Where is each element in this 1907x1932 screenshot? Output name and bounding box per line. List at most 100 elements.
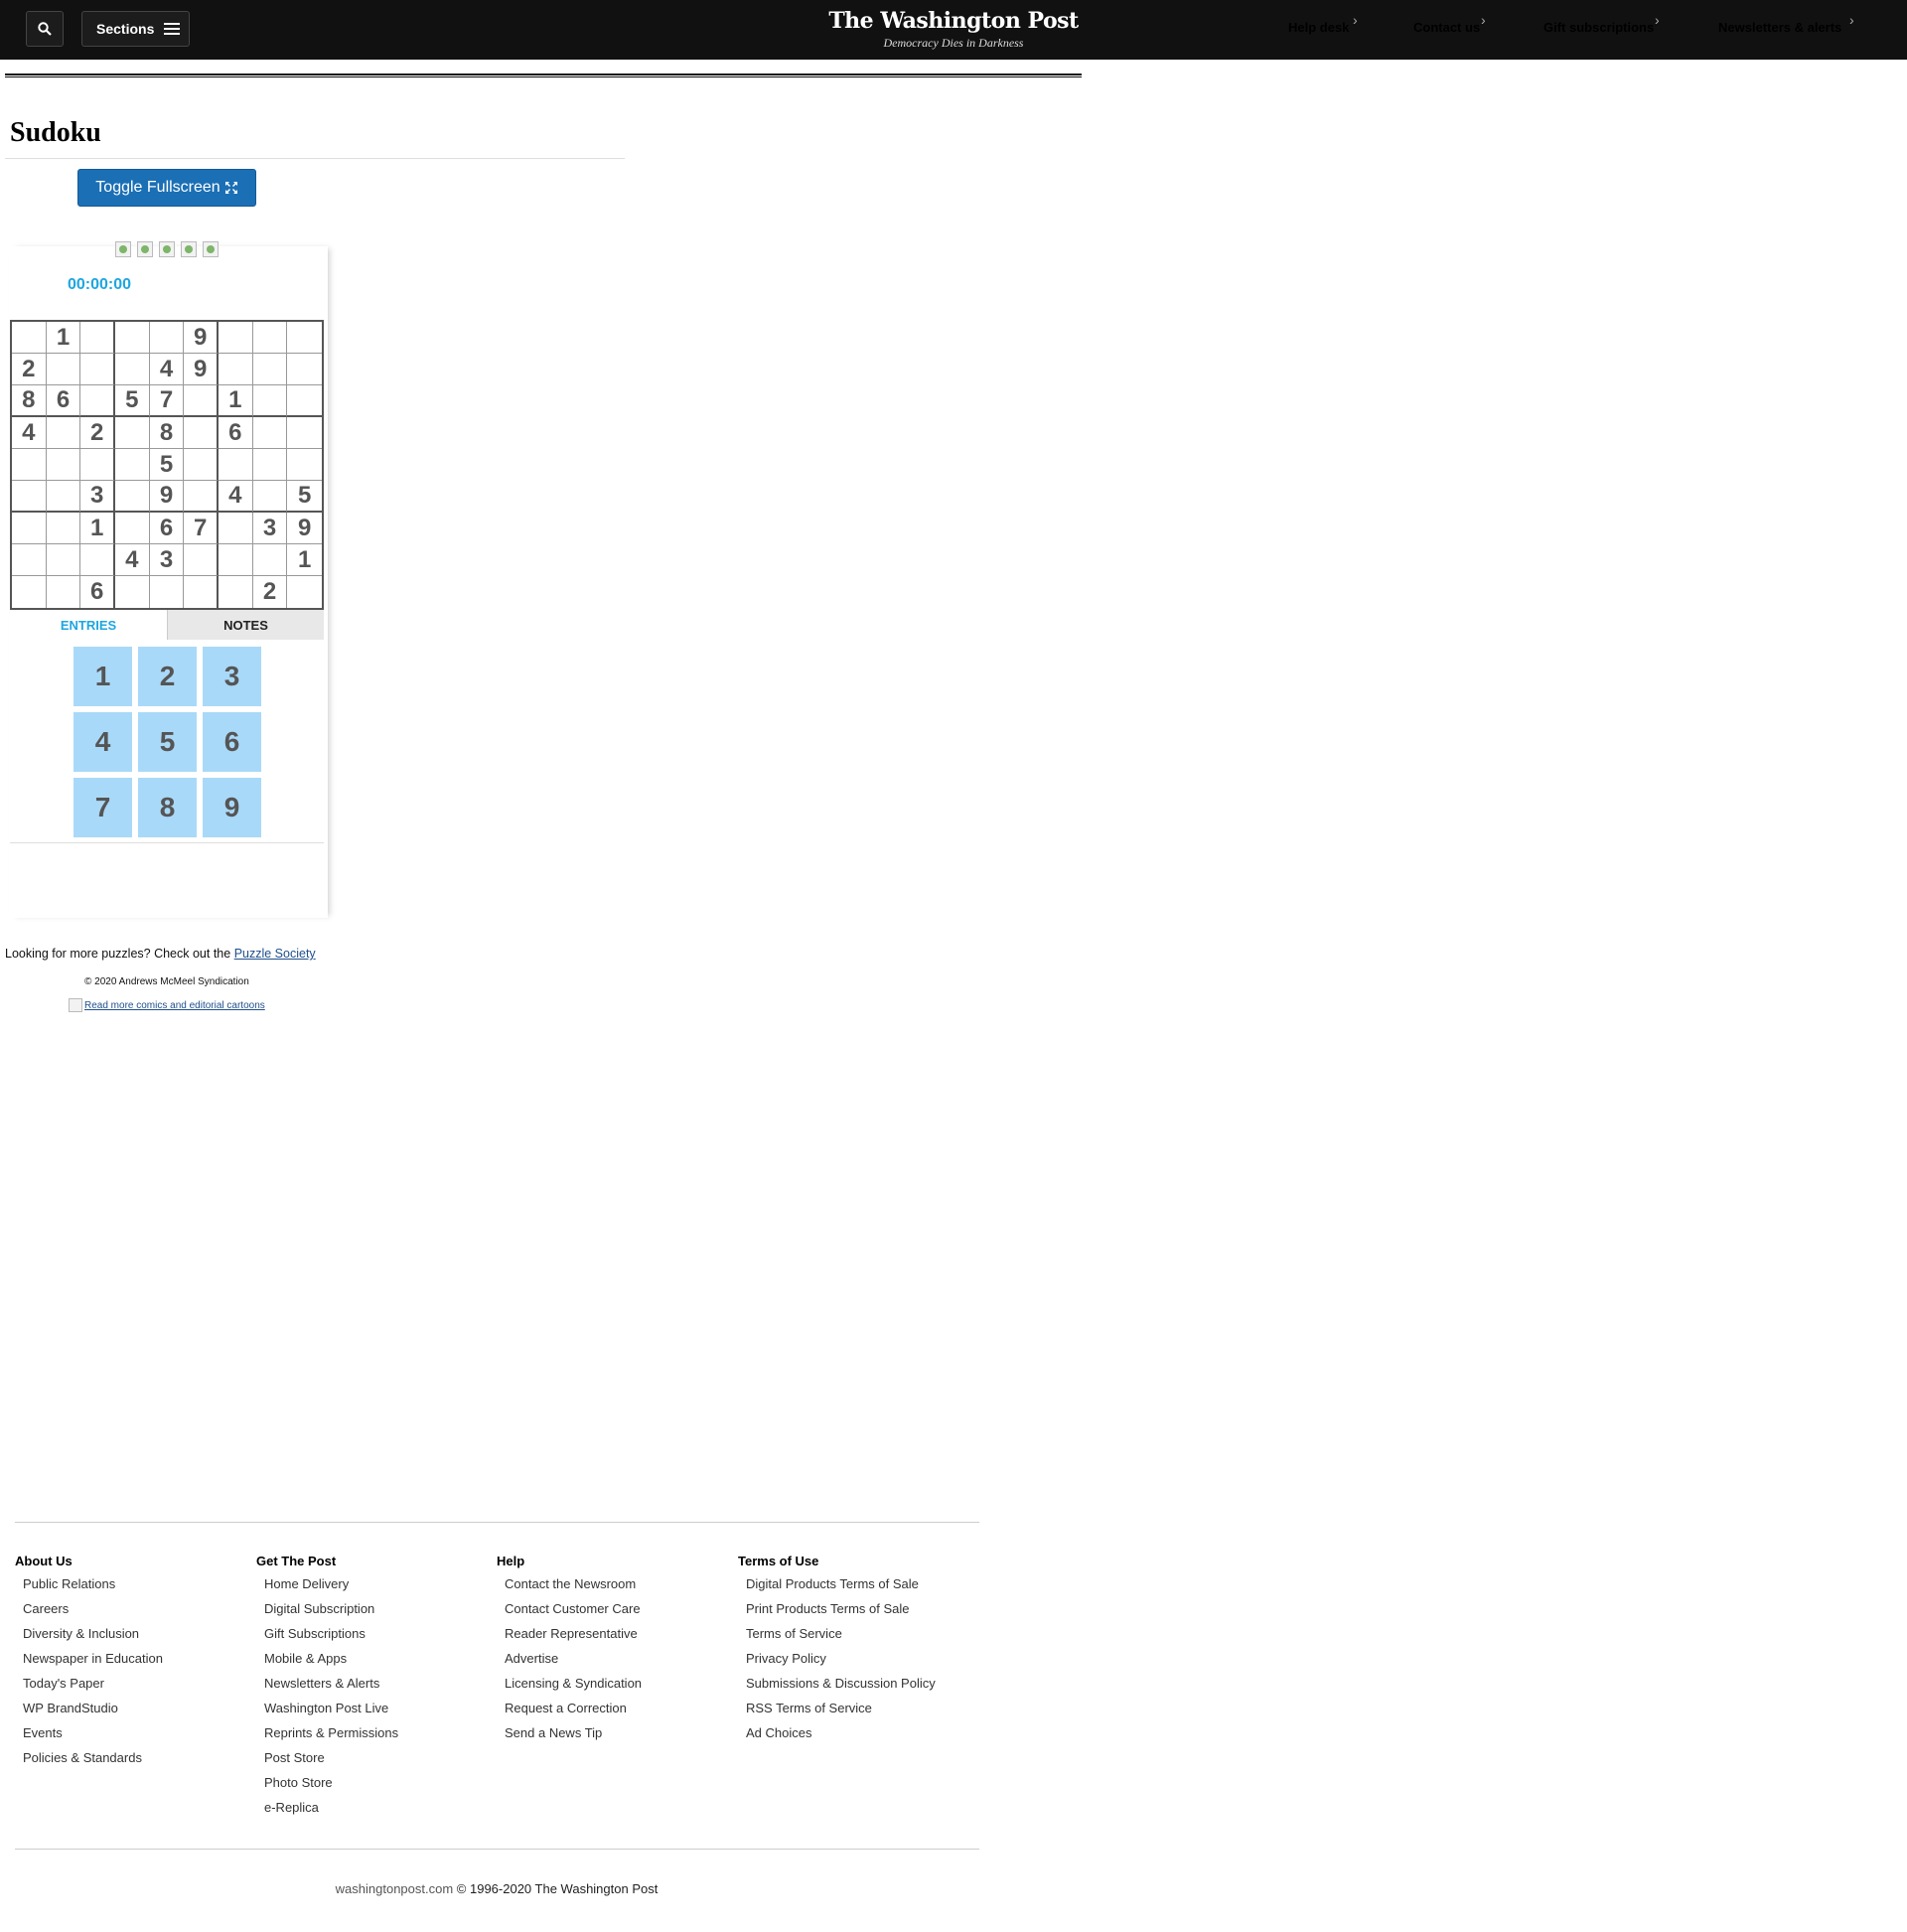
sudoku-cell[interactable] — [80, 322, 115, 354]
sudoku-cell[interactable]: 1 — [287, 544, 322, 576]
newsletters-alerts-link[interactable]: Newsletters & alerts › — [1718, 12, 1854, 35]
footer-link[interactable]: Licensing & Syndication — [505, 1671, 642, 1696]
footer-link[interactable]: Send a News Tip — [505, 1720, 642, 1745]
sudoku-cell[interactable] — [184, 449, 219, 481]
sudoku-cell[interactable] — [252, 449, 288, 481]
sudoku-cell[interactable] — [252, 322, 288, 354]
sudoku-cell[interactable]: 7 — [184, 513, 219, 544]
keypad-key-7[interactable]: 7 — [73, 778, 132, 837]
sudoku-cell[interactable]: 6 — [46, 385, 81, 417]
sudoku-cell[interactable] — [12, 322, 47, 354]
sudoku-cell[interactable] — [115, 417, 150, 449]
sudoku-cell[interactable]: 5 — [287, 481, 322, 513]
contact-us-link[interactable]: Contact us › — [1413, 12, 1486, 35]
sudoku-cell[interactable] — [252, 481, 288, 513]
sudoku-cell[interactable] — [252, 417, 288, 449]
footer-link[interactable]: Reader Representative — [505, 1621, 642, 1646]
footer-link[interactable]: Reprints & Permissions — [264, 1720, 398, 1745]
sudoku-cell[interactable]: 2 — [12, 354, 47, 385]
keypad-key-9[interactable]: 9 — [203, 778, 261, 837]
site-logo[interactable]: The Washington Post Democracy Dies in Da… — [795, 8, 1112, 51]
footer-link[interactable]: Privacy Policy — [746, 1646, 936, 1671]
sudoku-cell[interactable]: 1 — [80, 513, 115, 544]
footer-link[interactable]: Terms of Service — [746, 1621, 936, 1646]
footer-link[interactable]: Request a Correction — [505, 1696, 642, 1720]
sudoku-cell[interactable] — [47, 576, 81, 608]
sudoku-cell[interactable]: 4 — [219, 481, 253, 513]
help-desk-link[interactable]: Help desk › — [1288, 12, 1358, 35]
sudoku-cell[interactable] — [115, 513, 150, 544]
sudoku-cell[interactable]: 9 — [184, 354, 219, 385]
sudoku-cell[interactable] — [80, 449, 115, 481]
sudoku-cell[interactable] — [12, 449, 47, 481]
sudoku-cell[interactable] — [80, 544, 115, 576]
sudoku-cell[interactable] — [184, 417, 219, 449]
sudoku-cell[interactable]: 6 — [219, 417, 253, 449]
footer-link[interactable]: Mobile & Apps — [264, 1646, 398, 1671]
sudoku-cell[interactable] — [12, 481, 47, 513]
sudoku-cell[interactable] — [115, 576, 150, 608]
footer-link[interactable]: Contact Customer Care — [505, 1596, 642, 1621]
sudoku-cell[interactable]: 1 — [219, 385, 253, 417]
sudoku-cell[interactable] — [287, 449, 322, 481]
sudoku-cell[interactable] — [184, 481, 219, 513]
sudoku-cell[interactable]: 9 — [149, 481, 185, 513]
sudoku-cell[interactable]: 9 — [287, 513, 322, 544]
footer-link[interactable]: Diversity & Inclusion — [23, 1621, 163, 1646]
sudoku-cell[interactable] — [115, 481, 150, 513]
sudoku-cell[interactable]: 8 — [149, 417, 185, 449]
keypad-key-5[interactable]: 5 — [138, 712, 197, 772]
footer-link[interactable]: RSS Terms of Service — [746, 1696, 936, 1720]
sudoku-cell[interactable]: 8 — [12, 385, 47, 417]
sudoku-cell[interactable] — [252, 544, 288, 576]
sudoku-cell[interactable] — [80, 354, 115, 385]
sudoku-cell[interactable] — [46, 417, 81, 449]
sudoku-cell[interactable]: 4 — [12, 417, 47, 449]
keypad-key-3[interactable]: 3 — [203, 647, 261, 706]
footer-link[interactable]: Ad Choices — [746, 1720, 936, 1745]
sudoku-cell[interactable] — [115, 449, 150, 481]
sudoku-cell[interactable] — [46, 481, 81, 513]
sudoku-cell[interactable]: 2 — [80, 417, 115, 449]
sudoku-cell[interactable]: 3 — [252, 513, 288, 544]
footer-link[interactable]: Newsletters & Alerts — [264, 1671, 398, 1696]
sudoku-cell[interactable]: 5 — [115, 385, 150, 417]
sudoku-cell[interactable] — [219, 354, 253, 385]
toggle-fullscreen-button[interactable]: Toggle Fullscreen — [77, 169, 256, 207]
sudoku-cell[interactable] — [149, 322, 185, 354]
footer-link[interactable]: Careers — [23, 1596, 163, 1621]
toolbar-image-icon[interactable] — [181, 241, 197, 257]
sudoku-cell[interactable]: 6 — [80, 576, 115, 608]
sections-button[interactable]: Sections — [81, 11, 190, 47]
sudoku-cell[interactable]: 6 — [149, 513, 185, 544]
sudoku-cell[interactable]: 4 — [149, 354, 185, 385]
toolbar-image-icon[interactable] — [137, 241, 153, 257]
keypad-key-8[interactable]: 8 — [138, 778, 197, 837]
sudoku-cell[interactable] — [287, 385, 322, 417]
footer-link[interactable]: Public Relations — [23, 1571, 163, 1596]
sudoku-cell[interactable]: 4 — [115, 544, 150, 576]
sudoku-cell[interactable]: 3 — [80, 481, 115, 513]
sudoku-cell[interactable]: 1 — [46, 322, 81, 354]
sudoku-cell[interactable]: 9 — [184, 322, 219, 354]
sudoku-cell[interactable]: 5 — [149, 449, 185, 481]
sudoku-cell[interactable] — [46, 544, 81, 576]
sudoku-cell[interactable]: 2 — [253, 576, 288, 608]
sudoku-cell[interactable] — [46, 449, 81, 481]
sudoku-cell[interactable] — [150, 576, 185, 608]
footer-link[interactable]: Advertise — [505, 1646, 642, 1671]
sudoku-cell[interactable] — [287, 576, 322, 608]
search-button[interactable] — [26, 11, 64, 47]
footer-link[interactable]: WP BrandStudio — [23, 1696, 163, 1720]
toolbar-image-icon[interactable] — [203, 241, 219, 257]
sudoku-cell[interactable] — [287, 354, 322, 385]
footer-link[interactable]: Today's Paper — [23, 1671, 163, 1696]
footer-link[interactable]: Print Products Terms of Sale — [746, 1596, 936, 1621]
sudoku-cell[interactable]: 7 — [149, 385, 185, 417]
sudoku-cell[interactable] — [115, 354, 150, 385]
keypad-key-6[interactable]: 6 — [203, 712, 261, 772]
sudoku-cell[interactable] — [219, 322, 253, 354]
footer-link[interactable]: Submissions & Discussion Policy — [746, 1671, 936, 1696]
keypad-key-4[interactable]: 4 — [73, 712, 132, 772]
sudoku-cell[interactable] — [184, 385, 219, 417]
